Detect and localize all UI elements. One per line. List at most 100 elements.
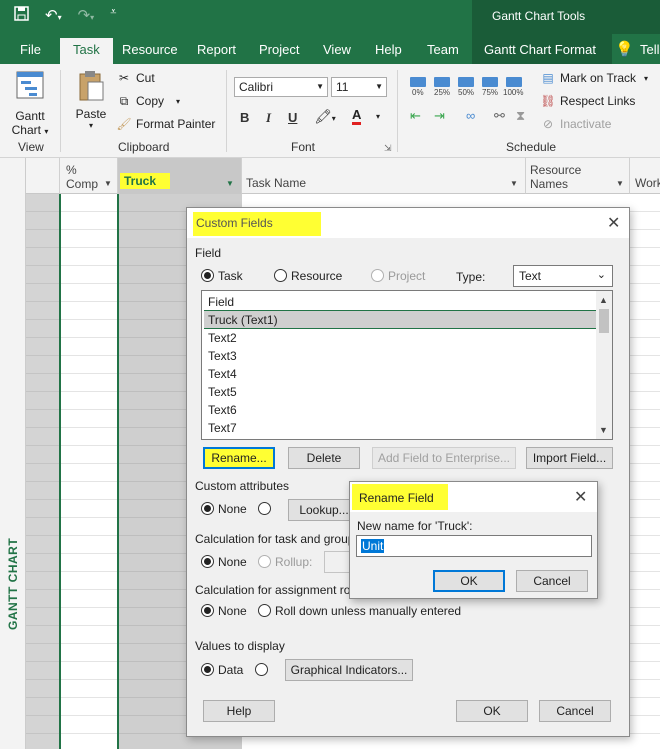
attributes-lookup-radio[interactable] bbox=[258, 502, 271, 515]
help-button[interactable]: Help bbox=[203, 700, 275, 722]
ok-button[interactable]: OK bbox=[456, 700, 528, 722]
close-icon[interactable]: ✕ bbox=[607, 213, 620, 233]
data-radio[interactable] bbox=[201, 663, 214, 676]
cut-button[interactable]: ✂ Cut bbox=[116, 71, 155, 85]
respect-links-button[interactable]: ⛓ Respect Links bbox=[540, 94, 635, 108]
gantt-chart-button[interactable]: Gantt Chart ▾ bbox=[10, 70, 50, 137]
chevron-down-icon[interactable]: ▼ bbox=[226, 179, 234, 188]
list-item[interactable]: Text6 bbox=[204, 401, 596, 419]
copy-dropdown-icon[interactable]: ▾ bbox=[176, 97, 180, 106]
pct-complete-header-line2: Comp bbox=[66, 177, 99, 191]
assignment-none-radio[interactable] bbox=[201, 604, 214, 617]
tab-view[interactable]: View bbox=[323, 42, 351, 57]
field-list[interactable]: Field Truck (Text1) Text2 Text3 Text4 Te… bbox=[201, 290, 613, 440]
bold-button[interactable]: B bbox=[240, 110, 249, 125]
tab-project[interactable]: Project bbox=[259, 42, 299, 57]
calc-none-radio[interactable] bbox=[201, 555, 214, 568]
lightbulb-icon[interactable]: 💡 bbox=[615, 40, 634, 58]
chevron-down-icon[interactable]: ▾ bbox=[644, 74, 648, 83]
column-header-task-name[interactable]: Task Name ▼ bbox=[242, 158, 526, 194]
column-header-work[interactable]: Work bbox=[630, 158, 660, 194]
type-select[interactable]: Text ⌄ bbox=[513, 265, 613, 287]
tab-team[interactable]: Team bbox=[427, 42, 459, 57]
paste-dropdown-icon[interactable]: ▾ bbox=[72, 121, 110, 130]
scroll-up-icon[interactable]: ▲ bbox=[599, 295, 608, 305]
field-list-scrollbar[interactable]: ▲ ▼ bbox=[596, 291, 612, 439]
font-color-dropdown-icon[interactable]: ▾ bbox=[376, 112, 380, 121]
list-item[interactable]: Text2 bbox=[204, 329, 596, 347]
paste-button[interactable]: Paste ▾ bbox=[72, 70, 110, 130]
column-header-pct-complete[interactable]: % Comp ▼ bbox=[60, 158, 118, 194]
pct-complete-50-icon[interactable] bbox=[458, 77, 474, 87]
chevron-down-icon[interactable]: ▼ bbox=[616, 179, 624, 188]
tab-report[interactable]: Report bbox=[197, 42, 236, 57]
list-item[interactable]: Text7 bbox=[204, 419, 596, 437]
split-task-icon[interactable]: ⧗ bbox=[516, 108, 525, 124]
cancel-button[interactable]: Cancel bbox=[539, 700, 611, 722]
pct-complete-25-icon[interactable] bbox=[434, 77, 450, 87]
attributes-none-radio[interactable] bbox=[201, 502, 214, 515]
add-field-to-enterprise-button[interactable]: Add Field to Enterprise... bbox=[372, 447, 516, 469]
tab-file[interactable]: File bbox=[20, 42, 41, 57]
list-item[interactable]: Text4 bbox=[204, 365, 596, 383]
import-field-button[interactable]: Import Field... bbox=[526, 447, 613, 469]
tab-gantt-chart-format[interactable]: Gantt Chart Format bbox=[472, 34, 612, 64]
tab-help[interactable]: Help bbox=[375, 42, 402, 57]
scroll-down-icon[interactable]: ▼ bbox=[599, 425, 608, 435]
rename-cancel-button[interactable]: Cancel bbox=[516, 570, 588, 592]
close-icon[interactable]: ✕ bbox=[574, 487, 587, 507]
pct-complete-100-icon[interactable] bbox=[506, 77, 522, 87]
copy-button[interactable]: ⧉ Copy ▾ bbox=[116, 94, 180, 108]
rollup-select[interactable] bbox=[324, 551, 352, 573]
rename-ok-button[interactable]: OK bbox=[433, 570, 505, 592]
font-dialog-launcher-icon[interactable]: ⇲ bbox=[384, 143, 392, 154]
list-item[interactable]: Truck (Text1) bbox=[204, 311, 596, 329]
chevron-down-icon[interactable]: ▼ bbox=[104, 179, 112, 188]
roll-down-radio[interactable] bbox=[258, 604, 271, 617]
column-header-truck[interactable]: Truck ▼ bbox=[118, 158, 242, 194]
tab-tell-me[interactable]: Tell bbox=[640, 42, 660, 57]
list-item[interactable]: Text3 bbox=[204, 347, 596, 365]
pct-complete-75-icon[interactable] bbox=[482, 77, 498, 87]
list-item[interactable]: Text5 bbox=[204, 383, 596, 401]
undo-icon[interactable]: ↶▾ bbox=[45, 6, 62, 25]
chevron-down-icon[interactable]: ▼ bbox=[510, 179, 518, 188]
customize-qat-icon[interactable]: ⩡ bbox=[110, 6, 116, 25]
type-select-value: Text bbox=[519, 269, 542, 283]
tab-task[interactable]: Task bbox=[60, 38, 113, 64]
row-headers[interactable] bbox=[26, 194, 60, 749]
underline-button[interactable]: U bbox=[288, 110, 297, 125]
format-painter-button[interactable]: 🖌 Format Painter bbox=[116, 117, 215, 131]
view-bar bbox=[0, 158, 26, 749]
italic-button[interactable]: I bbox=[266, 110, 271, 126]
font-family-select[interactable]: Calibri ▼ bbox=[234, 77, 328, 97]
rollup-radio[interactable] bbox=[258, 555, 271, 568]
font-color-button[interactable]: A bbox=[352, 108, 362, 125]
task-radio-label: Task bbox=[218, 269, 243, 283]
column-border bbox=[59, 194, 61, 749]
task-radio[interactable] bbox=[201, 269, 214, 282]
redo-icon[interactable]: ↷▾ bbox=[78, 6, 95, 25]
row-header-corner[interactable] bbox=[26, 158, 60, 194]
outdent-icon[interactable]: ⇤ bbox=[410, 108, 421, 124]
font-size-select[interactable]: 11 ▼ bbox=[331, 77, 387, 97]
tab-resource[interactable]: Resource bbox=[122, 42, 178, 57]
mark-on-track-button[interactable]: ▤ Mark on Track ▾ bbox=[540, 71, 648, 85]
graphical-radio[interactable] bbox=[255, 663, 268, 676]
inactivate-button[interactable]: ⊘ Inactivate bbox=[540, 117, 611, 131]
indent-icon[interactable]: ⇥ bbox=[434, 108, 445, 124]
graphical-indicators-button[interactable]: Graphical Indicators... bbox=[285, 659, 413, 681]
pct-complete-0-icon[interactable] bbox=[410, 77, 426, 87]
scroll-thumb[interactable] bbox=[599, 309, 609, 333]
column-header-resource-names[interactable]: Resource Names ▼ bbox=[526, 158, 630, 194]
link-icon[interactable]: ∞ bbox=[466, 108, 475, 123]
new-name-input[interactable]: Unit bbox=[356, 535, 592, 557]
view-group-label: View bbox=[18, 140, 44, 154]
save-icon[interactable] bbox=[14, 6, 29, 25]
unlink-icon[interactable]: ⚯ bbox=[494, 108, 505, 124]
project-radio[interactable] bbox=[371, 269, 384, 282]
rename-button[interactable]: Rename... bbox=[203, 447, 275, 469]
resource-radio[interactable] bbox=[274, 269, 287, 282]
delete-button[interactable]: Delete bbox=[288, 447, 360, 469]
highlight-color-icon[interactable]: 🖍▾ bbox=[314, 108, 336, 125]
